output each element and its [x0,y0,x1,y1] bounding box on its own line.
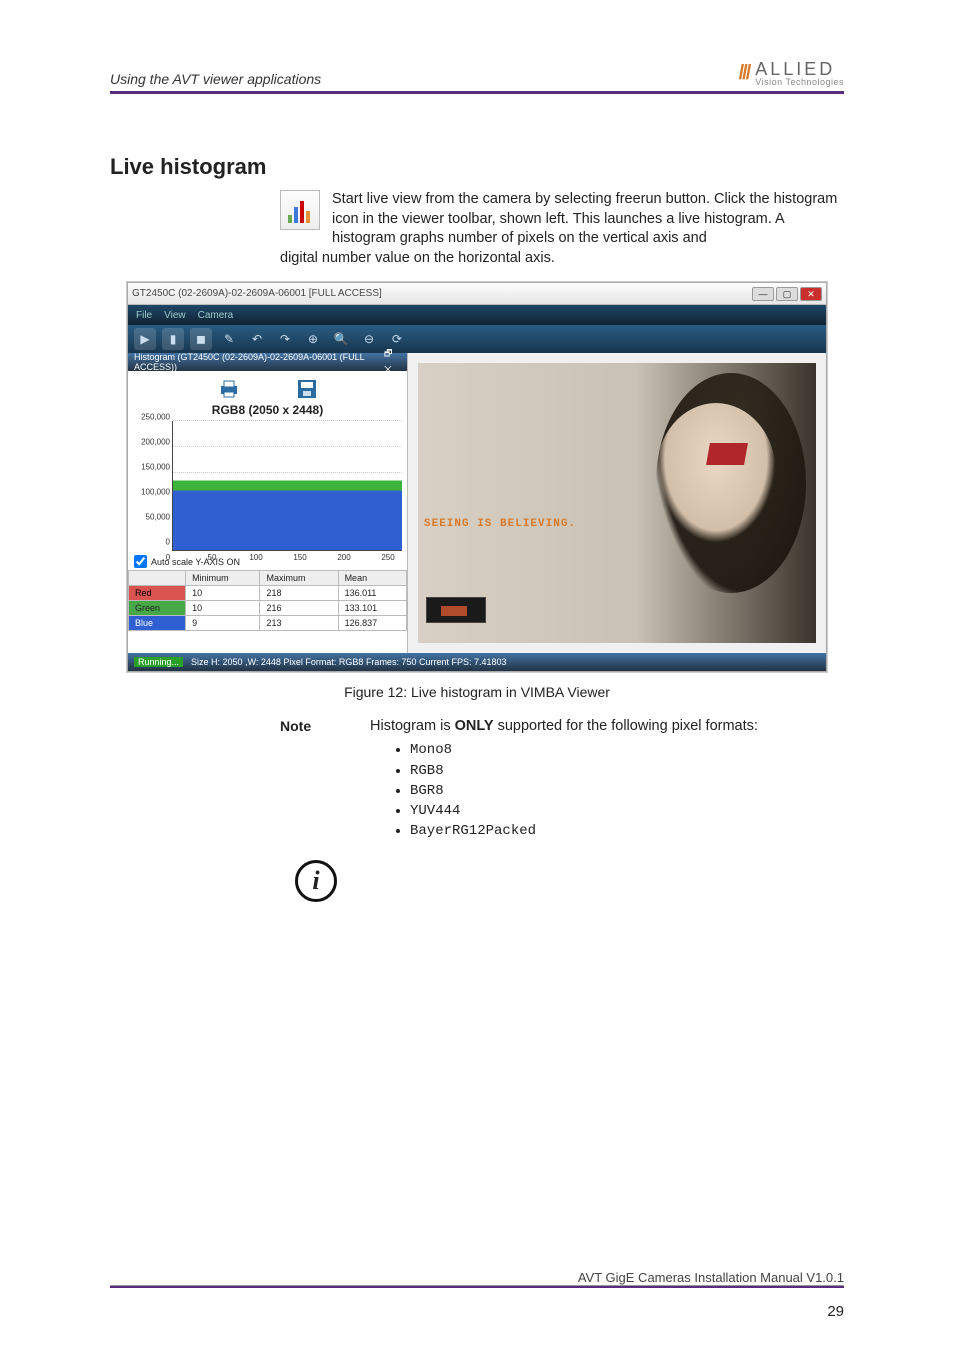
printer-icon[interactable] [215,377,243,401]
status-bar: Running... Size H: 2050 ,W: 2448 Pixel F… [128,653,826,671]
status-text: Size H: 2050 ,W: 2448 Pixel Format: RGB8… [191,657,506,667]
app-window: GT2450C (02-2609A)-02-2609A-06001 [FULL … [127,282,827,672]
panel-title: Histogram (GT2450C (02-2609A)-02-2609A-0… [134,352,384,372]
page-number: 29 [827,1303,844,1320]
menu-file[interactable]: File [136,310,152,321]
menu-view[interactable]: View [164,310,186,321]
logo-top: ALLIED [755,60,844,78]
note-text-pre: Histogram is [370,718,455,734]
note-text-bold: ONLY [455,718,494,734]
list-item: RGB8 [410,761,758,781]
overlay-text: SEEING IS BELIEVING. [424,518,576,530]
tool-icon[interactable]: ◼ [190,328,212,350]
note-text-post: supported for the following pixel format… [494,718,758,734]
section-heading: Using the AVT viewer applications [110,71,321,87]
table-row: Green10216133.101 [129,601,407,616]
footer-doc: AVT GigE Cameras Installation Manual V1.… [110,1270,844,1285]
list-item: BGR8 [410,781,758,801]
histogram-icon [280,190,320,230]
live-view[interactable]: SEEING IS BELIEVING. [408,353,826,653]
minimize-button[interactable]: — [752,287,774,301]
intro-paragraph-2: digital number value on the horizontal a… [280,249,844,269]
list-item: BayerRG12Packed [410,821,758,841]
pencil-icon[interactable]: ✎ [218,328,240,350]
save-icon[interactable] [293,377,321,401]
table-row: Red10218136.011 [129,586,407,601]
list-item: Mono8 [410,740,758,760]
redo-icon[interactable]: ↷ [274,328,296,350]
window-title: GT2450C (02-2609A)-02-2609A-06001 [FULL … [132,288,382,299]
histogram-toolbar-icon[interactable]: ▮ [162,328,184,350]
zoom-fit-icon[interactable]: ⊕ [302,328,324,350]
undo-icon[interactable]: ↶ [246,328,268,350]
intro-paragraph-1: Start live view from the camera by selec… [332,190,844,249]
figure-caption: Figure 12: Live histogram in VIMBA Viewe… [110,684,844,700]
info-icon: i [295,860,337,902]
histogram-chart [172,421,402,551]
autoscale-checkbox[interactable] [134,555,147,568]
logo-bottom: Vision Technologies [755,78,844,87]
close-button[interactable]: ✕ [800,287,822,301]
format-list: Mono8 RGB8 BGR8 YUV444 BayerRG12Packed [410,740,758,841]
list-item: YUV444 [410,801,758,821]
maximize-button[interactable]: ▢ [776,287,798,301]
brand-logo: /// ALLIED Vision Technologies [739,60,844,87]
menu-camera[interactable]: Camera [198,310,234,321]
freerun-icon[interactable]: ▶ [134,328,156,350]
zoom-in-icon[interactable]: 🔍 [330,328,352,350]
status-running: Running... [134,657,183,667]
zoom-out-icon[interactable]: ⊖ [358,328,380,350]
note-label: Note [280,718,340,734]
panel-controls[interactable]: 🗗 ✕ [384,346,401,378]
stats-table: Minimum Maximum Mean Red10218136.011 Gre… [128,570,407,631]
autoscale-label: Auto scale Y-AXIS ON [151,557,240,567]
title-bar[interactable]: GT2450C (02-2609A)-02-2609A-06001 [FULL … [128,283,826,305]
table-row: Blue9213126.837 [129,616,407,631]
page-title: Live histogram [110,154,844,180]
logo-slashes-icon: /// [739,62,750,85]
chip-graphic [426,597,486,623]
menu-bar[interactable]: File View Camera [128,305,826,325]
toolbar: ▶ ▮ ◼ ✎ ↶ ↷ ⊕ 🔍 ⊖ ⟳ [128,325,826,353]
